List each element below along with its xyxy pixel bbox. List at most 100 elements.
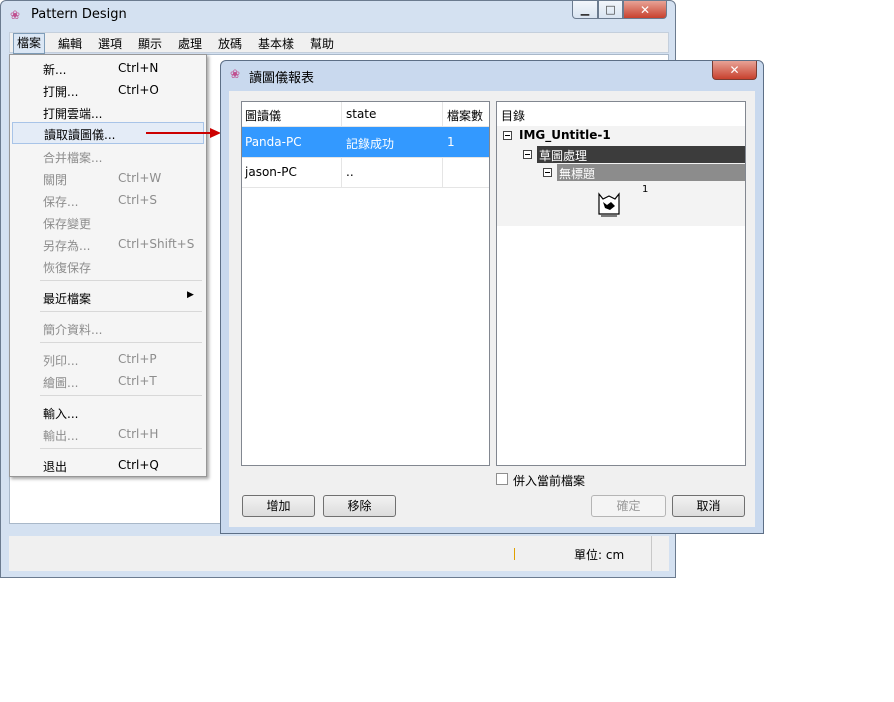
menu-item-shortcut: Ctrl+W [118,171,162,185]
menu-item-label: 輸出... [43,429,79,443]
annotation-arrow-icon [146,128,221,138]
menu-separator [40,342,202,343]
menu-item-merge[interactable]: 合并檔案... [10,145,206,167]
menu-item-shortcut: Ctrl+P [118,352,157,366]
cell-state: 記錄成功 [346,137,395,151]
menu-item-open[interactable]: 打開... Ctrl+O [10,79,206,101]
menu-item-save[interactable]: 保存... Ctrl+S [10,189,206,211]
pattern-thumbnail-icon[interactable] [595,190,623,220]
menu-item-shortcut: Ctrl+H [118,427,159,441]
menu-item-label: 繪圖... [43,376,79,390]
menu-item-new[interactable]: 新... Ctrl+N [10,57,206,79]
status-divider-right [651,536,652,571]
cell-state: .. [346,165,354,179]
menu-basic-pattern[interactable]: 基本樣 [258,35,294,52]
menu-item-save-as[interactable]: 另存為... Ctrl+Shift+S [10,233,206,255]
main-window-title: Pattern Design [31,7,127,22]
tree-node-label: 草圖處理 [539,149,588,163]
dialog-close-button[interactable]: ✕ [712,61,757,80]
menu-separator [40,280,202,281]
menu-item-label: 最近檔案 [43,292,92,306]
digitizer-report-dialog: ❀ 讀圖儀報表 ✕ 圖讀儀 state 檔案數 Panda-PC 記錄成功 1 … [220,60,764,534]
menu-item-label: 新... [43,63,67,77]
menu-item-label: 打開... [43,85,79,99]
tree-node-untitled[interactable]: 無標題 [557,164,745,181]
row-divider [242,187,489,188]
digitizer-list: 圖讀儀 state 檔案數 Panda-PC 記錄成功 1 jason-PC .… [241,101,490,466]
menu-item-open-cloud[interactable]: 打開雲端... [10,101,206,123]
menu-item-label: 輸入... [43,407,79,421]
thumbnail-count: 1 [642,184,649,195]
menu-item-label: 列印... [43,354,79,368]
menu-item-shortcut: Ctrl+Q [118,458,159,472]
header-state[interactable]: state [346,107,376,121]
menu-item-close[interactable]: 關閉 Ctrl+W [10,167,206,189]
minimize-button[interactable]: ▁ [572,1,598,19]
close-button[interactable]: ✕ [623,1,667,19]
menu-item-label: 讀取讀圖儀... [44,128,116,142]
menu-item-label: 另存為... [43,239,91,253]
menu-item-label: 簡介資料... [43,323,103,337]
cell-count: 1 [447,135,455,149]
menu-file[interactable]: 檔案 [13,33,46,54]
menu-process[interactable]: 處理 [178,35,202,52]
table-row[interactable]: Panda-PC 記錄成功 1 [242,127,489,157]
tree-node-root[interactable]: IMG_Untitle-1 [519,128,611,145]
menu-item-label: 合并檔案... [43,151,103,165]
menu-separator [40,448,202,449]
file-menu-dropdown: 新... Ctrl+N 打開... Ctrl+O 打開雲端... 讀取讀圖儀..… [9,54,207,477]
cell-device: Panda-PC [245,135,302,149]
add-button[interactable]: 增加 [242,495,315,517]
tree-content: IMG_Untitle-1 草圖處理 無標題 1 [497,126,745,226]
merge-checkbox-label[interactable]: 併入當前檔案 [513,472,585,489]
collapse-icon[interactable] [523,150,532,159]
menu-item-import[interactable]: 輸入... [10,401,206,423]
submenu-arrow-icon: ▶ [187,290,194,300]
directory-tree: 目錄 IMG_Untitle-1 草圖處理 無標題 1 [496,101,746,466]
collapse-icon[interactable] [543,168,552,177]
collapse-icon[interactable] [503,131,512,140]
menu-item-shortcut: Ctrl+N [118,61,159,75]
remove-button[interactable]: 移除 [323,495,396,517]
statusbar: 單位: cm [9,536,669,571]
menu-help[interactable]: 幫助 [310,35,334,52]
unit-label: 單位: cm [574,548,625,562]
menu-view[interactable]: 顯示 [138,35,162,52]
menu-item-shortcut: Ctrl+O [118,83,159,97]
menu-options[interactable]: 選項 [98,35,122,52]
tree-node-label: 無標題 [559,167,596,181]
menu-item-profile[interactable]: 簡介資料... [10,317,206,339]
menu-item-label: 保存變更 [43,217,92,231]
menubar: 檔案 編輯 選項 顯示 處理 放碼 基本樣 幫助 [9,32,669,54]
dialog-title: 讀圖儀報表 [249,71,315,86]
maximize-button[interactable]: □ [598,1,623,19]
menu-separator [40,395,202,396]
app-logo-icon: ❀ [10,8,21,22]
main-titlebar: ❀ Pattern Design ▁ □ ✕ [1,1,675,31]
header-file-count[interactable]: 檔案數 [447,107,483,124]
menu-grading[interactable]: 放碼 [218,35,242,52]
menu-item-export[interactable]: 輸出... Ctrl+H [10,423,206,445]
table-row[interactable]: jason-PC .. [242,157,489,187]
ok-button[interactable]: 確定 [591,495,666,517]
merge-checkbox[interactable] [496,473,508,485]
menu-item-print[interactable]: 列印... Ctrl+P [10,348,206,370]
tree-header: 目錄 [497,102,745,127]
menu-item-label: 恢復保存 [43,261,92,275]
tree-node-sketch[interactable]: 草圖處理 [537,146,745,163]
tree-header-label: 目錄 [501,109,526,123]
menu-item-label: 保存... [43,195,79,209]
menu-item-recent-files[interactable]: 最近檔案 ▶ [10,286,206,308]
cancel-button[interactable]: 取消 [672,495,745,517]
menu-item-shortcut: Ctrl+T [118,374,157,388]
header-device[interactable]: 圖讀儀 [245,107,281,124]
menu-item-exit[interactable]: 退出 Ctrl+Q [10,454,206,476]
menu-edit[interactable]: 編輯 [58,35,82,52]
menu-item-save-changes[interactable]: 保存變更 [10,211,206,233]
menu-item-plot[interactable]: 繪圖... Ctrl+T [10,370,206,392]
menu-item-shortcut: Ctrl+S [118,193,158,207]
menu-item-shortcut: Ctrl+Shift+S [118,237,195,251]
menu-item-label: 關閉 [43,173,68,187]
menu-item-revert[interactable]: 恢復保存 [10,255,206,277]
cell-device: jason-PC [245,165,297,179]
